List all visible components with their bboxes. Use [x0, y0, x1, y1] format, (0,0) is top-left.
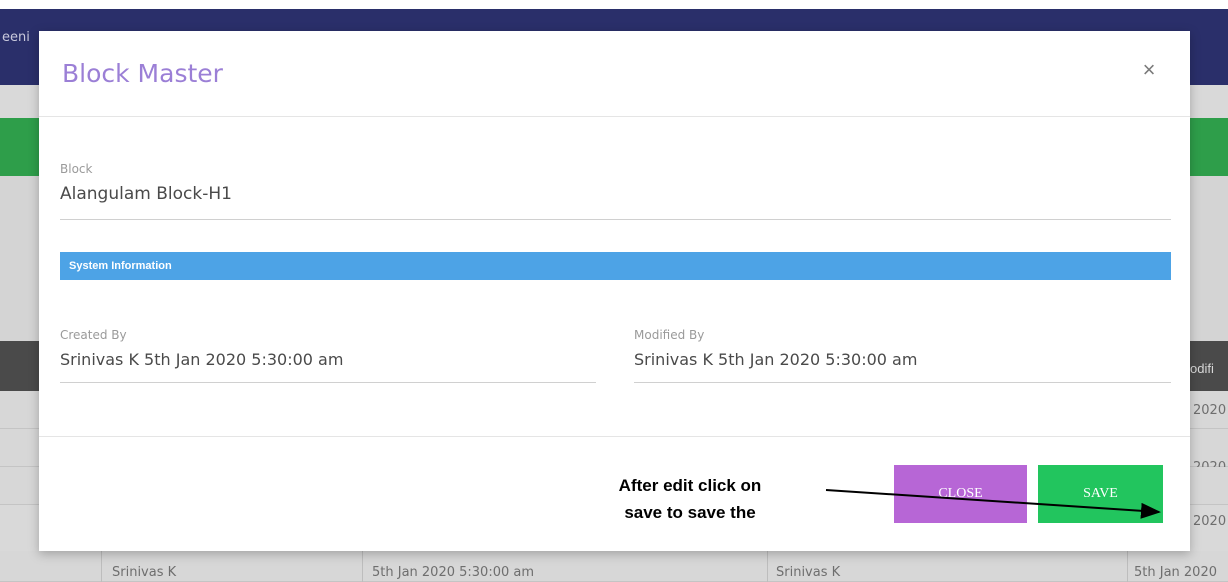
block-value: Alangulam Block-H1	[60, 184, 232, 204]
column-divider	[767, 551, 768, 582]
close-button[interactable]: CLOSE	[894, 465, 1027, 523]
modified-by-value: Srinivas K 5th Jan 2020 5:30:00 am	[634, 350, 918, 369]
footer-divider	[39, 436, 1190, 437]
table-cell-created-by: Srinivas K	[112, 565, 177, 580]
table-cell: 2020	[1193, 514, 1227, 529]
system-information-bar: System Information	[60, 252, 1171, 280]
modified-by-field[interactable]: Modified By Srinivas K 5th Jan 2020 5:30…	[634, 328, 1171, 383]
table-cell-modified-on: 5th Jan 2020	[1134, 565, 1217, 580]
annotation-line-2: save to save the	[624, 503, 756, 522]
save-button[interactable]: SAVE	[1038, 465, 1163, 523]
navbar-partial-text: eeni	[2, 30, 30, 45]
modal-header: Block Master ×	[39, 31, 1190, 117]
modified-by-label: Modified By	[634, 328, 705, 342]
column-divider	[362, 551, 363, 582]
table-cell-created-on: 5th Jan 2020 5:30:00 am	[372, 565, 535, 580]
table-cell: 2020	[1193, 403, 1227, 418]
created-by-field[interactable]: Created By Srinivas K 5th Jan 2020 5:30:…	[60, 328, 596, 383]
table-header-modified-partial: odifi	[1190, 361, 1214, 376]
top-strip	[0, 0, 1228, 9]
table-row[interactable]	[0, 551, 1228, 582]
instruction-annotation: After edit click on save to save the	[585, 472, 795, 526]
column-divider	[101, 551, 102, 582]
modal-title: Block Master	[62, 59, 223, 88]
block-field[interactable]: Block Alangulam Block-H1	[60, 162, 1171, 220]
annotation-line-1: After edit click on	[618, 476, 762, 495]
created-by-label: Created By	[60, 328, 127, 342]
section-title: System Information	[69, 260, 172, 272]
close-icon[interactable]: ×	[1138, 58, 1160, 82]
table-cell-modified-by: Srinivas K	[776, 565, 841, 580]
block-label: Block	[60, 162, 93, 176]
created-by-value: Srinivas K 5th Jan 2020 5:30:00 am	[60, 350, 344, 369]
